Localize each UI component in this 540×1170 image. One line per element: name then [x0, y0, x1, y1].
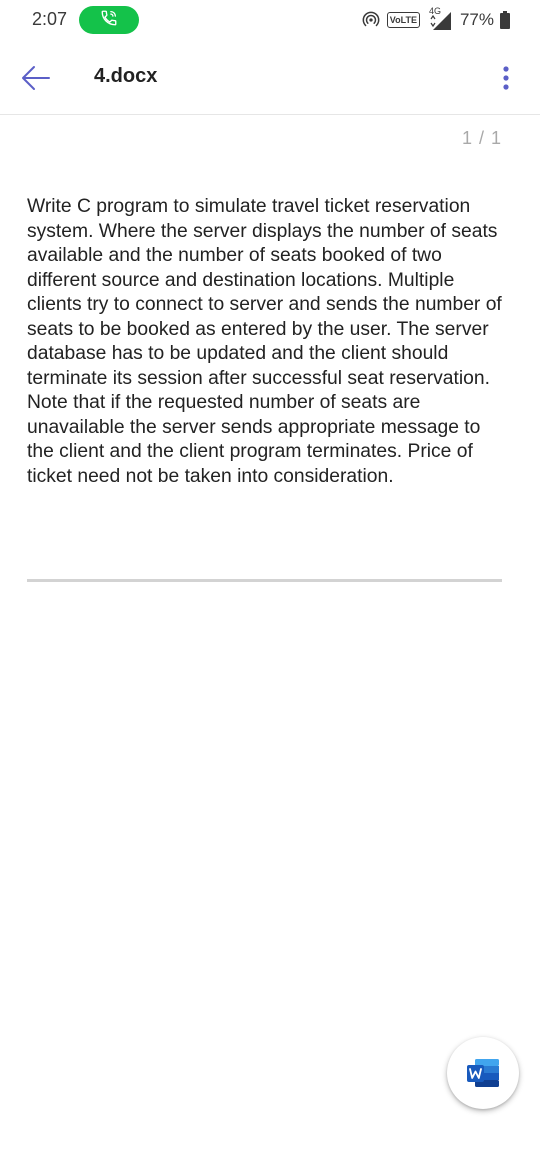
app-bar: 4.docx: [0, 40, 540, 115]
document-viewer-screen: 2:07 VoLTE 4G 77% 4.docx 1 / 1 Write C p…: [0, 0, 540, 1170]
phone-in-call-icon: [100, 9, 118, 32]
battery-icon: [500, 11, 510, 29]
ongoing-call-pill[interactable]: [79, 6, 139, 34]
hotspot-icon: [362, 11, 380, 27]
document-paragraph: Write C program to simulate travel ticke…: [27, 196, 502, 487]
back-button[interactable]: [14, 56, 58, 100]
page-end-divider: [27, 579, 502, 582]
status-indicators: VoLTE 4G 77%: [361, 6, 510, 32]
page-indicator: 1 / 1: [461, 128, 502, 148]
battery-percentage: 77%: [459, 10, 494, 29]
microsoft-word-icon: [467, 1059, 499, 1087]
mobile-signal: 4G: [426, 6, 454, 31]
status-time: 2:07: [32, 9, 68, 29]
back-arrow-icon: [22, 66, 50, 90]
volte-badge: VoLTE: [386, 12, 420, 28]
document-title: 4.docx: [94, 65, 158, 87]
more-options-button[interactable]: [494, 56, 518, 100]
open-in-word-button[interactable]: [447, 1037, 519, 1109]
signal-strength-icon: [430, 12, 451, 30]
more-vertical-icon: [503, 66, 509, 90]
status-bar: 2:07 VoLTE 4G 77%: [0, 0, 540, 40]
